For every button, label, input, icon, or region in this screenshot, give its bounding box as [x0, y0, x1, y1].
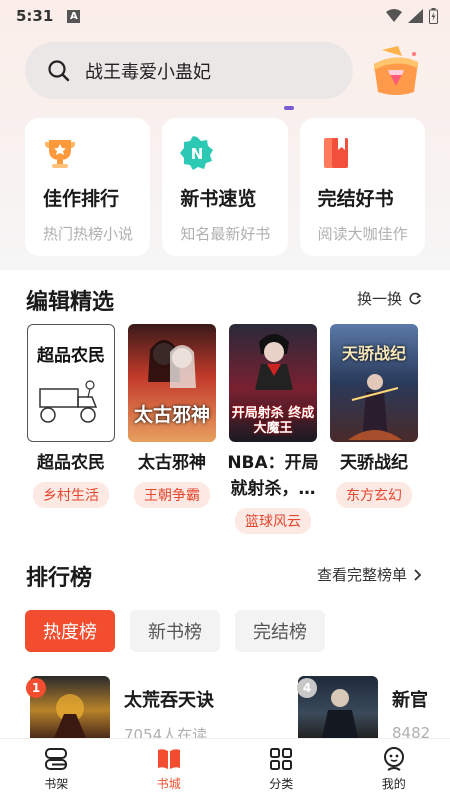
book-title: 超品农民: [37, 453, 105, 473]
search-icon: [48, 59, 70, 81]
rank-badge: 4: [297, 678, 317, 698]
page-indicator-dot: [284, 106, 294, 110]
book-cover: 超品农民: [27, 324, 115, 442]
ranking-book-name: 新官: [392, 690, 428, 711]
feature-card-new-books[interactable]: N 新书速览 知名最新好书: [162, 118, 288, 256]
notification-a-icon: A: [67, 9, 81, 23]
battery-icon: [429, 8, 438, 24]
nav-label: 分类: [269, 777, 294, 791]
feature-card-title: 新书速览: [180, 188, 257, 210]
book-cover: 太古邪神: [128, 324, 216, 442]
cover-title: 开局射杀 终成大魔王: [231, 406, 315, 436]
swap-label: 换一换: [356, 290, 402, 308]
feature-card-title: 完结好书: [317, 188, 394, 210]
ranking-book-name: 太荒吞天诀: [124, 690, 214, 711]
swap-button[interactable]: 换一换: [357, 288, 422, 309]
feature-cards: 佳作排行 热门热榜小说 N 新书速览 知名最新好书 完结好书 阅读大咖佳作: [25, 118, 425, 256]
nav-bookstore[interactable]: 书城: [113, 739, 226, 800]
book-item[interactable]: 天骄战纪 天骄战纪 东方玄幻: [329, 324, 419, 534]
cover-title: 超品农民: [37, 346, 105, 366]
svg-text:N: N: [191, 145, 204, 163]
more-label: 查看完整榜单: [316, 566, 407, 584]
nav-bookshelf[interactable]: 书架: [0, 739, 113, 800]
search-bar[interactable]: 战王毒爱小蛊妃: [25, 42, 353, 99]
trophy-icon: [45, 140, 75, 168]
bookshelf-icon: [45, 748, 68, 770]
book-title: 天骄战纪: [340, 453, 408, 473]
wifi-icon: [386, 9, 402, 22]
tab-hot[interactable]: 热度榜: [25, 610, 115, 652]
book-tag: 东方玄幻: [336, 482, 412, 508]
book-tag: 篮球风云: [235, 508, 311, 534]
feature-card-subtitle: 阅读大咖佳作: [317, 225, 408, 243]
profile-icon: [383, 747, 404, 771]
book-list: 超品农民 超品农民 乡村生活 太古邪神 太古邪神 王朝争霸 开局射杀 终成大魔王…: [26, 324, 419, 534]
tab-new-books[interactable]: 新书榜: [130, 610, 220, 652]
nav-label: 我的: [381, 777, 406, 791]
book-cover: 天骄战纪: [330, 324, 418, 442]
book-icon: [323, 138, 348, 168]
feature-card-subtitle: 热门热榜小说: [43, 225, 134, 243]
ranking-section: 排行榜 查看完整榜单 热度榜 新书榜 完结榜 太荒吞天诀 7054人在读 1 新…: [0, 542, 450, 744]
section-title: 排行榜: [26, 566, 93, 591]
signal-icon: [408, 9, 423, 23]
book-cover: 开局射杀 终成大魔王: [229, 324, 317, 442]
nav-category[interactable]: 分类: [225, 739, 338, 800]
book-title: 太古邪神: [138, 453, 206, 473]
status-time: 5:31: [16, 7, 54, 25]
tab-completed[interactable]: 完结榜: [235, 610, 325, 652]
section-title: 编辑精选: [26, 290, 115, 315]
ranking-tabs: 热度榜 新书榜 完结榜: [25, 610, 325, 652]
chevron-right-icon: [414, 568, 422, 581]
feature-card-completed[interactable]: 完结好书 阅读大咖佳作: [299, 118, 425, 256]
book-item[interactable]: 超品农民 超品农民 乡村生活: [26, 324, 116, 534]
refresh-icon: [409, 292, 422, 304]
bookstore-icon: [157, 749, 180, 769]
book-item[interactable]: 开局射杀 终成大魔王 NBA：开局就射杀，… 篮球风云: [227, 324, 319, 534]
gift-bag-icon[interactable]: [368, 44, 424, 98]
nav-label: 书城: [156, 777, 181, 791]
book-tag: 乡村生活: [33, 482, 109, 508]
search-text: 战王毒爱小蛊妃: [85, 61, 211, 83]
nav-profile[interactable]: 我的: [338, 739, 450, 800]
nav-label: 书架: [44, 777, 69, 791]
book-item[interactable]: 太古邪神 太古邪神 王朝争霸: [127, 324, 217, 534]
cover-title: 太古邪神: [133, 404, 210, 426]
cover-title: 天骄战纪: [341, 344, 406, 363]
feature-card-title: 佳作排行: [43, 188, 120, 210]
view-full-ranking-link[interactable]: 查看完整榜单: [317, 564, 422, 585]
book-title: NBA：开局就射杀，…: [227, 453, 319, 499]
feature-card-ranking[interactable]: 佳作排行 热门热榜小说: [25, 118, 151, 256]
book-tag: 王朝争霸: [134, 482, 210, 508]
feature-card-subtitle: 知名最新好书: [180, 225, 271, 243]
bottom-navigation: 书架 书城 分类 我的: [0, 738, 450, 800]
status-bar: 5:31 A: [0, 0, 450, 32]
category-grid-icon: [270, 748, 293, 770]
ranking-item[interactable]: 新官 8482: [298, 676, 430, 742]
ranking-item[interactable]: 太荒吞天诀 7054人在读: [30, 676, 214, 745]
rank-badge: 1: [26, 678, 46, 698]
editor-picks-section: 编辑精选 换一换 超品农民 超品农民 乡村生活 太古邪神 太古邪神 王朝争霸 开…: [0, 270, 450, 542]
new-badge-icon: N: [180, 136, 214, 170]
